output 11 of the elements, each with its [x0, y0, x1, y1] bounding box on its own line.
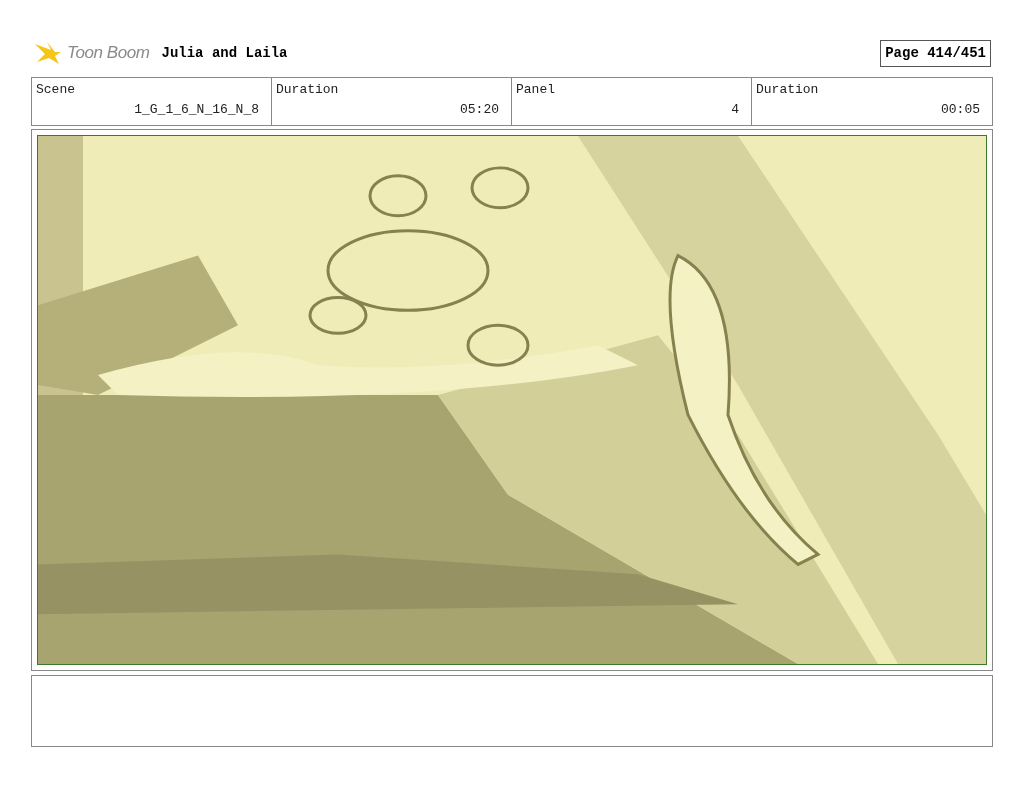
- info-label: Panel: [516, 81, 555, 99]
- info-value: 05:20: [460, 100, 499, 119]
- storyboard-title: Julia and Laila: [161, 43, 288, 63]
- info-value: 1_G_1_6_N_16_N_8: [134, 100, 259, 119]
- logo-text: Toon Boom: [67, 42, 150, 65]
- info-label: Duration: [756, 81, 819, 99]
- info-label: Scene: [36, 81, 75, 99]
- info-value: 4: [731, 100, 739, 119]
- info-label: Duration: [276, 81, 339, 99]
- page-number: Page 414/451: [880, 39, 991, 67]
- info-value: 00:05: [941, 100, 980, 119]
